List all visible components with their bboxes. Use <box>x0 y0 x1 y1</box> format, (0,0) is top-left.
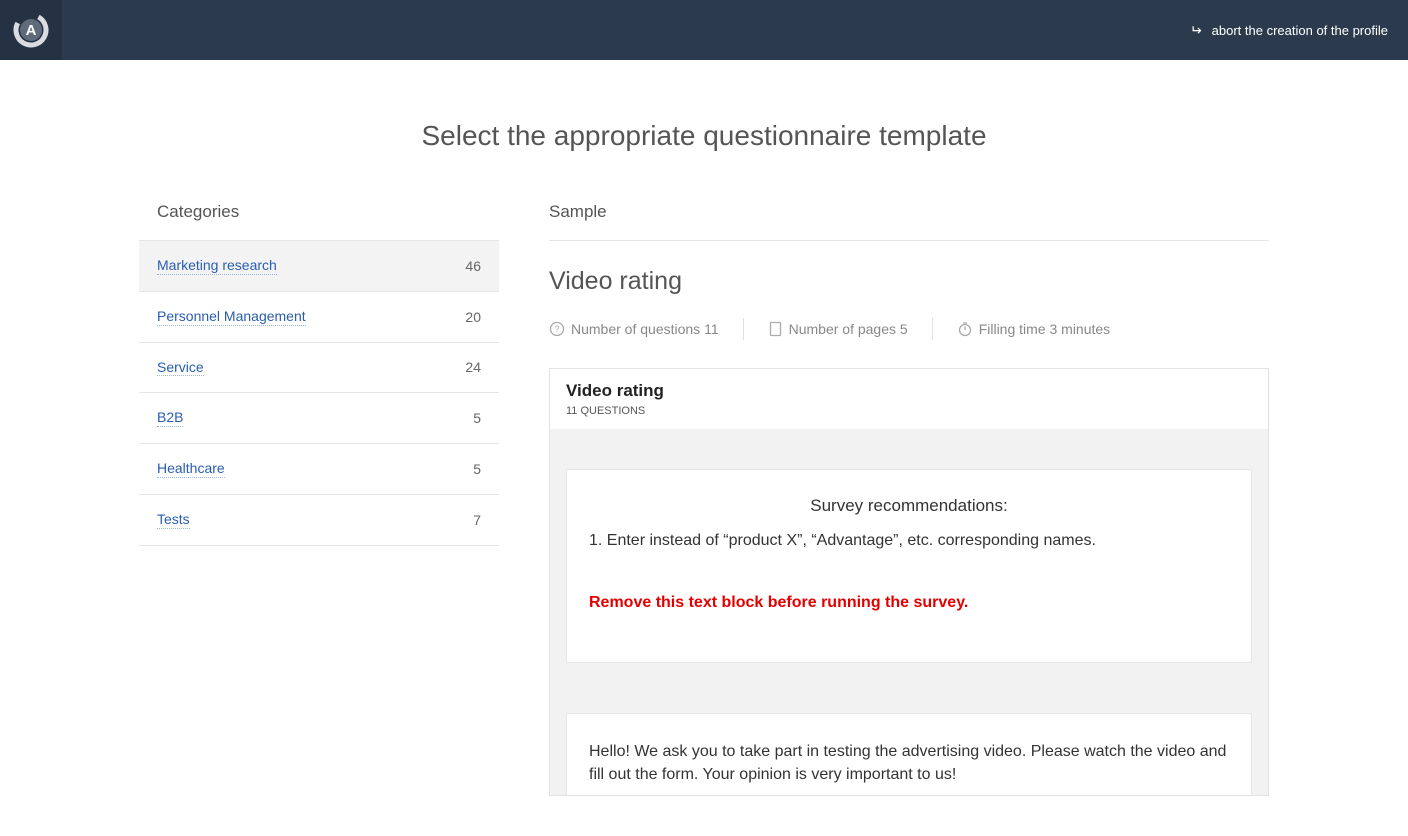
category-count: 24 <box>465 359 481 375</box>
stat-pages: Number of pages 5 <box>768 321 908 337</box>
logo-letter: A <box>26 22 37 39</box>
preview-container: Video rating 11 QUESTIONS Survey recomme… <box>549 368 1269 796</box>
page-icon <box>768 321 783 337</box>
category-count: 7 <box>473 512 481 528</box>
svg-text:?: ? <box>554 324 559 334</box>
stat-separator <box>743 318 744 340</box>
main-panel: Sample Video rating ? Number of question… <box>549 202 1269 796</box>
sample-stats: ? Number of questions 11 Number of pages… <box>549 318 1269 340</box>
sample-title: Video rating <box>549 267 1269 296</box>
category-label: Tests <box>157 511 190 529</box>
category-label: Healthcare <box>157 460 225 478</box>
intro-text: Hello! We ask you to take part in testin… <box>589 740 1229 786</box>
preview-header-title: Video rating <box>566 381 1252 401</box>
content: Categories Marketing research 46 Personn… <box>129 202 1279 836</box>
recommendations-warning: Remove this text block before running th… <box>589 594 1229 612</box>
preview-header: Video rating 11 QUESTIONS <box>550 369 1268 429</box>
intro-panel: Hello! We ask you to take part in testin… <box>566 713 1252 795</box>
category-count: 5 <box>473 410 481 426</box>
logo-ring-icon: A <box>13 12 49 48</box>
stat-separator <box>932 318 933 340</box>
categories-sidebar: Categories Marketing research 46 Personn… <box>139 202 499 796</box>
stopwatch-icon <box>957 321 973 337</box>
categories-heading: Categories <box>139 202 499 241</box>
preview-scroll[interactable]: Video rating 11 QUESTIONS Survey recomme… <box>550 369 1268 795</box>
topbar: A ↵ abort the creation of the profile <box>0 0 1408 60</box>
category-count: 5 <box>473 461 481 477</box>
stat-time-label: Filling time 3 minutes <box>979 321 1111 337</box>
preview-header-subtitle: 11 QUESTIONS <box>566 405 1252 417</box>
recommendations-line: 1. Enter instead of “product X”, “Advant… <box>589 532 1229 550</box>
stat-questions-label: Number of questions 11 <box>571 321 719 337</box>
page-title: Select the appropriate questionnaire tem… <box>0 120 1408 152</box>
category-count: 20 <box>465 309 481 325</box>
stat-questions: ? Number of questions 11 <box>549 321 719 337</box>
question-icon: ? <box>549 321 565 337</box>
return-icon: ↵ <box>1190 23 1202 37</box>
category-personnel-management[interactable]: Personnel Management 20 <box>139 292 499 343</box>
category-marketing-research[interactable]: Marketing research 46 <box>139 241 499 292</box>
category-b2b[interactable]: B2B 5 <box>139 393 499 444</box>
recommendations-panel: Survey recommendations: 1. Enter instead… <box>566 469 1252 663</box>
category-label: B2B <box>157 409 183 427</box>
stat-pages-label: Number of pages 5 <box>789 321 908 337</box>
recommendations-title: Survey recommendations: <box>589 496 1229 516</box>
category-label: Service <box>157 359 204 377</box>
category-label: Marketing research <box>157 257 277 275</box>
category-healthcare[interactable]: Healthcare 5 <box>139 444 499 495</box>
categories-list: Marketing research 46 Personnel Manageme… <box>139 241 499 546</box>
preview-body: Survey recommendations: 1. Enter instead… <box>550 429 1268 795</box>
category-label: Personnel Management <box>157 308 306 326</box>
category-count: 46 <box>465 258 481 274</box>
sample-heading: Sample <box>549 202 1269 241</box>
abort-label: abort the creation of the profile <box>1212 23 1388 38</box>
topbar-left: A <box>0 0 62 60</box>
abort-profile-link[interactable]: ↵ abort the creation of the profile <box>1190 23 1388 38</box>
category-service[interactable]: Service 24 <box>139 343 499 394</box>
category-tests[interactable]: Tests 7 <box>139 495 499 546</box>
app-logo[interactable]: A <box>0 0 62 60</box>
stat-time: Filling time 3 minutes <box>957 321 1111 337</box>
